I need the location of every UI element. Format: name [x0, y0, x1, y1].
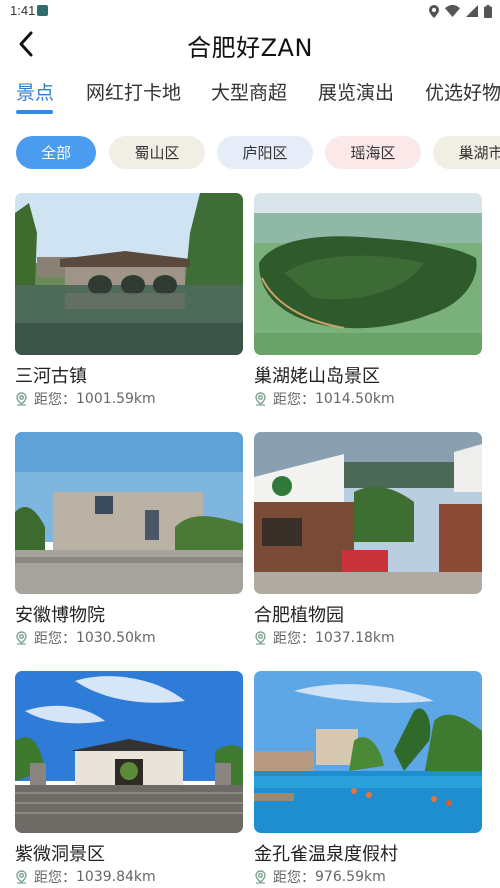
spot-image: [15, 671, 243, 833]
spot-distance: 距您： 976.59km: [254, 867, 386, 887]
spot-title: 合肥植物园: [254, 605, 344, 626]
spot-distance: 距您： 1037.18km: [254, 628, 395, 648]
spot-title: 巢湖姥山岛景区: [254, 366, 380, 387]
spot-distance: 距您： 1030.50km: [15, 628, 156, 648]
spot-distance: 距您： 1001.59km: [15, 389, 156, 409]
distance-value: 976.59km: [315, 869, 386, 885]
distance-prefix: 距您：: [273, 392, 315, 408]
spot-card[interactable]: 金孔雀温泉度假村 距您： 976.59km: [254, 671, 482, 888]
spot-image: [254, 193, 482, 355]
status-icons: [429, 4, 492, 18]
spot-card[interactable]: 安徽博物院 距您： 1030.50km: [15, 432, 243, 652]
spot-card[interactable]: 三河古镇 距您： 1001.59km: [15, 193, 243, 413]
header: 合肥好ZAN: [0, 22, 500, 66]
spot-image: [15, 193, 243, 355]
spot-card[interactable]: 合肥植物园 距您： 1037.18km: [254, 432, 482, 652]
distance-prefix: 距您：: [34, 392, 76, 408]
spot-image: [15, 432, 243, 594]
filter-chip-all[interactable]: 全部: [16, 136, 96, 169]
spot-image: [254, 671, 482, 833]
distance-prefix: 距您：: [34, 631, 76, 647]
tab-internet-famous-spots[interactable]: 网红打卡地: [86, 78, 181, 105]
page-title: 合肥好ZAN: [187, 34, 313, 62]
spot-card[interactable]: 紫微洞景区 距您： 1039.84km: [15, 671, 243, 888]
signal-icon: [466, 5, 478, 17]
tab-exhibitions-shows[interactable]: 展览演出: [318, 78, 394, 105]
distance-value: 1030.50km: [76, 630, 156, 646]
status-time: 1:41: [10, 3, 36, 18]
location-pin-icon: [16, 392, 27, 406]
filter-chip-shushan[interactable]: 蜀山区: [109, 136, 205, 169]
filter-chip-yaohai[interactable]: 瑶海区: [325, 136, 421, 169]
tab-selected-goods[interactable]: 优选好物: [425, 78, 500, 105]
location-pin-icon: [255, 392, 266, 406]
battery-icon: [484, 4, 492, 18]
spot-distance: 距您： 1014.50km: [254, 389, 395, 409]
spot-card[interactable]: 巢湖姥山岛景区 距您： 1014.50km: [254, 193, 482, 413]
tab-scenic-spots[interactable]: 景点: [16, 78, 54, 105]
distance-prefix: 距您：: [273, 631, 315, 647]
spot-image: [254, 432, 482, 594]
spot-distance: 距您： 1039.84km: [15, 867, 156, 887]
spot-title: 三河古镇: [15, 366, 87, 387]
distance-value: 1039.84km: [76, 869, 156, 885]
status-bar: 1:41: [0, 0, 500, 22]
spot-title: 紫微洞景区: [15, 844, 105, 865]
filter-chip-luyang[interactable]: 庐阳区: [217, 136, 313, 169]
location-pin-icon: [16, 631, 27, 645]
distance-value: 1001.59km: [76, 391, 156, 407]
spot-title: 金孔雀温泉度假村: [254, 844, 398, 865]
distance-prefix: 距您：: [273, 870, 315, 886]
wifi-icon: [445, 5, 460, 17]
location-pin-icon: [255, 870, 266, 884]
filter-chip-chaohu[interactable]: 巢湖市: [433, 136, 500, 169]
location-pin-icon: [255, 631, 266, 645]
spot-title: 安徽博物院: [15, 605, 105, 626]
location-icon: [429, 4, 439, 18]
district-filters: 全部 蜀山区 庐阳区 瑶海区 巢湖市: [0, 136, 500, 172]
distance-value: 1014.50km: [315, 391, 395, 407]
app-notification-icon: [37, 5, 48, 16]
location-pin-icon: [16, 870, 27, 884]
distance-value: 1037.18km: [315, 630, 395, 646]
active-tab-indicator: [16, 110, 53, 114]
distance-prefix: 距您：: [34, 870, 76, 886]
category-tabs: 景点 网红打卡地 大型商超 展览演出 优选好物: [0, 74, 500, 118]
tab-shopping-malls[interactable]: 大型商超: [211, 78, 287, 105]
